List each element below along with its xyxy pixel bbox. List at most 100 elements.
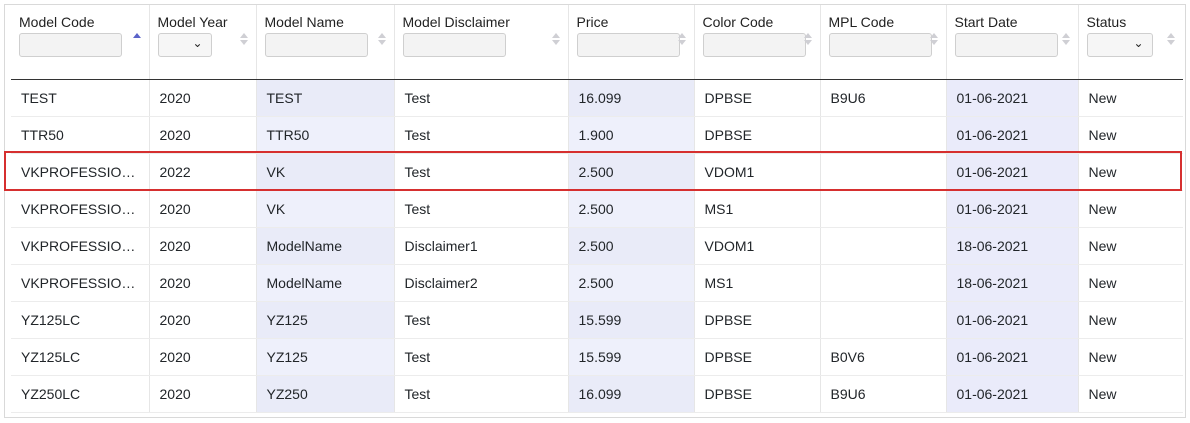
cell-price: 15.599: [568, 301, 695, 339]
cell-start: 01-06-2021: [946, 116, 1079, 154]
sort-icon[interactable]: [677, 31, 686, 47]
table-row[interactable]: TEST 2020 TEST Test 16.099 DPBSE B9U6 01-06-202…: [11, 79, 1183, 117]
column-header-year[interactable]: Model Year ⌄: [149, 5, 257, 80]
column-header-color[interactable]: Color Code: [694, 5, 821, 80]
cell-price: 2.500: [568, 227, 695, 265]
column-header-label: Price: [576, 14, 609, 30]
column-header-label: Model Code: [19, 14, 95, 30]
cell-status: New: [1078, 264, 1183, 302]
cell-disclaimer: Test: [394, 375, 569, 413]
status-filter-select[interactable]: ⌄: [1086, 33, 1153, 57]
cell-price: 15.599: [568, 338, 695, 376]
cell-status: New: [1078, 375, 1183, 413]
disclaimer-filter-input[interactable]: [402, 33, 506, 57]
cell-year: 2020: [149, 264, 257, 302]
cell-disclaimer: Test: [394, 190, 569, 228]
cell-start: 01-06-2021: [946, 79, 1079, 117]
cell-mpl: [820, 153, 947, 191]
cell-start: 18-06-2021: [946, 227, 1079, 265]
column-header-label: Model Name: [264, 14, 344, 30]
cell-color: DPBSE: [694, 375, 821, 413]
cell-name: ModelName: [256, 264, 395, 302]
cell-code: VKPROFESSION...: [11, 264, 150, 302]
sort-icon[interactable]: [377, 31, 386, 47]
column-header-code[interactable]: Model Code: [11, 5, 150, 80]
cell-mpl: B9U6: [820, 79, 947, 117]
table-row[interactable]: YZ125LC 2020 YZ125 Test 15.599 DPBSE 01-06-202…: [11, 301, 1183, 339]
color-filter-input[interactable]: [702, 33, 806, 57]
sort-icon[interactable]: [803, 31, 812, 47]
models-table: Model Code Model Year ⌄ Model Name Model Dis…: [11, 5, 1183, 413]
sort-icon[interactable]: [1167, 31, 1175, 47]
cell-disclaimer: Test: [394, 153, 569, 191]
cell-disclaimer: Test: [394, 116, 569, 154]
column-header-label: Start Date: [954, 14, 1018, 30]
cell-status: New: [1078, 153, 1183, 191]
sort-icon[interactable]: [132, 31, 141, 47]
column-header-label: Color Code: [702, 14, 774, 30]
table-row[interactable]: VKPROFESSION... 2020 VK Test 2.500 MS1 01-06-2…: [11, 190, 1183, 228]
data-table-container: Model Code Model Year ⌄ Model Name Model Dis…: [4, 4, 1186, 418]
cell-price: 16.099: [568, 79, 695, 117]
column-header-name[interactable]: Model Name: [256, 5, 395, 80]
cell-mpl: [820, 227, 947, 265]
cell-code: YZ250LC: [11, 375, 150, 413]
cell-name: VK: [256, 190, 395, 228]
cell-name: YZ125: [256, 301, 395, 339]
cell-name: TTR50: [256, 116, 395, 154]
cell-status: New: [1078, 338, 1183, 376]
sort-icon[interactable]: [929, 31, 938, 47]
cell-year: 2022: [149, 153, 257, 191]
column-header-label: MPL Code: [828, 14, 895, 30]
cell-price: 16.099: [568, 375, 695, 413]
chevron-down-icon: ⌄: [192, 36, 203, 50]
sort-icon[interactable]: [239, 31, 248, 47]
cell-color: DPBSE: [694, 338, 821, 376]
table-row[interactable]: VKPROFESSION... 2020 ModelName Disclaimer1 2…: [11, 227, 1183, 265]
start-filter-input[interactable]: [954, 33, 1058, 57]
cell-start: 01-06-2021: [946, 153, 1079, 191]
cell-price: 2.500: [568, 153, 695, 191]
column-header-label: Model Disclaimer: [402, 14, 510, 30]
column-header-mpl[interactable]: MPL Code: [820, 5, 947, 80]
cell-year: 2020: [149, 190, 257, 228]
sort-icon[interactable]: [1061, 31, 1070, 47]
column-header-price[interactable]: Price: [568, 5, 695, 80]
table-row[interactable]: VKPROFESSION... 2022 VK Test 2.500 VDOM1 01-06…: [11, 153, 1183, 191]
cell-start: 01-06-2021: [946, 190, 1079, 228]
cell-code: VKPROFESSION...: [11, 153, 150, 191]
cell-year: 2020: [149, 375, 257, 413]
cell-status: New: [1078, 116, 1183, 154]
sort-icon[interactable]: [551, 31, 560, 47]
cell-mpl: B0V6: [820, 338, 947, 376]
column-header-start[interactable]: Start Date: [946, 5, 1079, 80]
column-header-label: Model Year: [157, 14, 228, 30]
cell-color: VDOM1: [694, 153, 821, 191]
cell-price: 2.500: [568, 264, 695, 302]
price-filter-input[interactable]: [576, 33, 680, 57]
cell-mpl: [820, 116, 947, 154]
cell-code: YZ125LC: [11, 301, 150, 339]
table-row[interactable]: TTR50 2020 TTR50 Test 1.900 DPBSE 01-06-2021 Ne…: [11, 116, 1183, 154]
cell-code: TTR50: [11, 116, 150, 154]
cell-mpl: [820, 301, 947, 339]
column-header-disclaimer[interactable]: Model Disclaimer: [394, 5, 569, 80]
cell-status: New: [1078, 301, 1183, 339]
cell-status: New: [1078, 79, 1183, 117]
cell-status: New: [1078, 190, 1183, 228]
name-filter-input[interactable]: [264, 33, 368, 57]
cell-start: 01-06-2021: [946, 375, 1079, 413]
column-header-status[interactable]: Status ⌄: [1078, 5, 1183, 80]
cell-year: 2020: [149, 79, 257, 117]
year-filter-select[interactable]: ⌄: [157, 33, 212, 57]
mpl-filter-input[interactable]: [828, 33, 932, 57]
table-header-row: Model Code Model Year ⌄ Model Name Model Dis…: [11, 5, 1183, 80]
table-row[interactable]: YZ250LC 2020 YZ250 Test 16.099 DPBSE B9U6 01-06…: [11, 375, 1183, 413]
table-row[interactable]: VKPROFESSION... 2020 ModelName Disclaimer2 2…: [11, 264, 1183, 302]
cell-price: 1.900: [568, 116, 695, 154]
table-row[interactable]: YZ125LC 2020 YZ125 Test 15.599 DPBSE B0V6 01-06…: [11, 338, 1183, 376]
cell-color: DPBSE: [694, 116, 821, 154]
cell-disclaimer: Test: [394, 79, 569, 117]
code-filter-input[interactable]: [19, 33, 122, 57]
cell-status: New: [1078, 227, 1183, 265]
